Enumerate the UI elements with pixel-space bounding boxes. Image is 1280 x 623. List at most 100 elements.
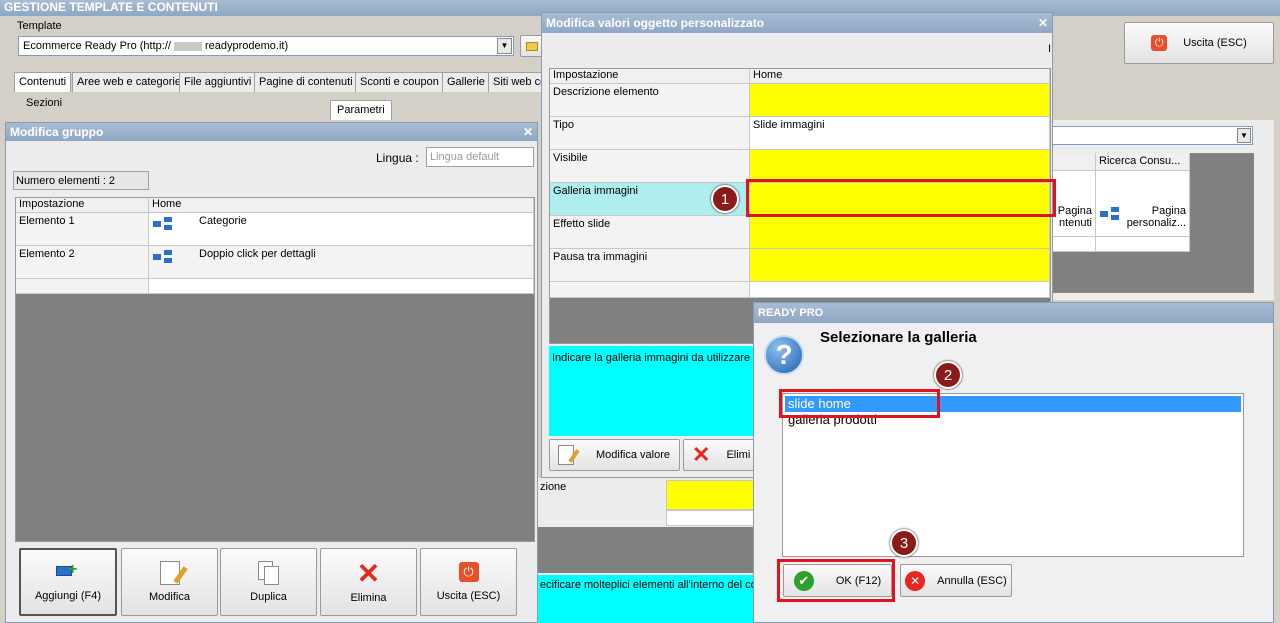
duplicate-button[interactable]: Duplica — [220, 548, 317, 616]
step-marker-label: 2 — [943, 366, 953, 384]
params-tab[interactable]: Parametri — [330, 100, 392, 120]
delete-value-label: Elimi — [726, 449, 751, 461]
table-row[interactable]: Elemento 2 — [16, 246, 149, 279]
table-row[interactable]: Visibile — [550, 150, 750, 183]
element-count: Numero elementi : 2 — [13, 171, 149, 190]
language-input[interactable]: Lingua default — [426, 147, 534, 167]
tab-contenuti[interactable]: Contenuti — [14, 72, 72, 92]
object-title-text: Modifica valori oggetto personalizzato — [546, 16, 765, 30]
step-marker-label: 1 — [720, 190, 730, 208]
group-col-home-text: Home — [152, 198, 182, 210]
object-col-setting: Impostazione — [550, 69, 750, 84]
main-title-text: GESTIONE TEMPLATE E CONTENUTI — [4, 0, 218, 14]
table-row[interactable]: Effetto slide — [550, 216, 750, 249]
power-icon: ⏻ — [1151, 35, 1168, 51]
object-hint-text: Indicare la galleria immagini da utilizz… — [552, 352, 766, 364]
tab-gallerie[interactable]: Gallerie — [442, 72, 490, 92]
row-name: Galleria immagini — [553, 185, 638, 197]
right-cell-b-line2: personaliz... — [1126, 217, 1186, 229]
add-button[interactable]: + Aggiungi (F4) — [19, 548, 117, 616]
behind-hint-text: ecificare molteplici elementi all'intern… — [540, 579, 773, 591]
cancel-button-label: Annulla (ESC) — [937, 574, 1007, 587]
row-value: Doppio click per dettagli — [199, 248, 316, 260]
question-icon: ? — [764, 335, 804, 375]
edit-value-button[interactable]: Modifica valore — [549, 439, 680, 471]
chevron-down-icon[interactable]: ▼ — [1237, 128, 1251, 143]
right-grid-cell-d — [1096, 237, 1190, 252]
row-name: Elemento 2 — [19, 248, 75, 260]
table-row-value[interactable] — [750, 216, 1050, 249]
edit-button-label: Modifica — [149, 591, 190, 603]
cancel-icon: ✕ — [905, 570, 926, 591]
table-row-value[interactable] — [750, 84, 1050, 117]
tab-sconti-coupon[interactable]: Sconti e coupon — [355, 72, 444, 92]
tab-label: Gallerie — [447, 76, 485, 88]
group-window-title: Modifica gruppo ✕ — [6, 123, 537, 141]
object-col-setting-text: Impostazione — [553, 69, 619, 81]
main-exit-label: Uscita (ESC) — [1183, 37, 1247, 49]
table-row-value[interactable]: Doppio click per dettagli — [149, 246, 534, 279]
highlight-gallery-cell — [746, 179, 1056, 217]
table-row-value[interactable]: Categorie — [149, 213, 534, 246]
duplicate-button-label: Duplica — [250, 591, 287, 603]
delete-button[interactable]: ✕ Elimina — [320, 548, 417, 616]
dialog-title: READY PRO — [754, 303, 1273, 323]
table-row[interactable]: Pausa tra immagini — [550, 249, 750, 282]
params-tab-label: Parametri — [337, 104, 385, 116]
tab-file-aggiuntivi[interactable]: File aggiuntivi — [179, 72, 257, 92]
row-value: Slide immagini — [753, 119, 825, 131]
edit-button[interactable]: Modifica — [121, 548, 218, 616]
duplicate-icon — [257, 561, 280, 585]
template-label: Template — [17, 20, 62, 32]
edit-value-label: Modifica valore — [596, 449, 670, 461]
right-grid-header-2: Ricerca Consu... — [1096, 153, 1190, 171]
tree-icon — [153, 217, 173, 231]
language-label: Lingua : — [376, 151, 419, 165]
template-select[interactable]: Ecommerce Ready Pro (http:// readyprodemo… — [18, 36, 514, 56]
table-row[interactable]: Elemento 1 — [16, 213, 149, 246]
language-placeholder: Lingua default — [430, 151, 500, 163]
tab-aree-web[interactable]: Aree web e categorie — [72, 72, 186, 92]
chevron-down-icon[interactable]: ▼ — [497, 38, 512, 54]
object-indicator: I — [1048, 43, 1052, 55]
table-row-value[interactable]: Slide immagini — [750, 117, 1050, 150]
tab-label: Pagine di contenuti — [259, 76, 353, 88]
element-count-text: Numero elementi : 2 — [16, 175, 116, 187]
object-window-title: Modifica valori oggetto personalizzato ✕ — [542, 13, 1052, 33]
main-exit-button[interactable]: ⏻ Uscita (ESC) — [1124, 22, 1274, 64]
right-select[interactable]: ▼ — [1052, 126, 1253, 145]
blurred-host — [173, 41, 202, 51]
template-select-value: Ecommerce Ready Pro (http:// — [23, 40, 171, 52]
tab-label: Aree web e categorie — [77, 76, 181, 88]
step-marker-1: 1 — [711, 185, 739, 213]
table-row-value[interactable] — [750, 249, 1050, 282]
right-grid-header-1 — [1052, 153, 1096, 171]
table-row[interactable]: Tipo — [550, 117, 750, 150]
add-button-label: Aggiungi (F4) — [34, 590, 102, 602]
row-value: Categorie — [199, 215, 247, 227]
right-grid-cell-b[interactable]: Pagina personaliz... — [1096, 171, 1190, 237]
close-icon[interactable]: ✕ — [1038, 13, 1048, 33]
tab-label: Sconti e coupon — [360, 76, 439, 88]
close-icon[interactable]: ✕ — [523, 123, 533, 141]
row-name: Tipo — [553, 119, 574, 131]
right-grid-cell-a[interactable]: Pagina ntenuti — [1052, 171, 1096, 237]
edit-icon — [159, 561, 188, 585]
right-cell-a-line1: Pagina — [1057, 205, 1092, 217]
tab-pagine-contenuti[interactable]: Pagine di contenuti — [254, 72, 358, 92]
dialog-title-text: READY PRO — [758, 307, 824, 319]
group-col-setting-text: Impostazione — [19, 198, 85, 210]
delete-value-button[interactable]: ✕ Elimi — [683, 439, 763, 471]
sections-label: Sezioni — [26, 97, 63, 109]
cancel-button[interactable]: ✕ Annulla (ESC) — [900, 564, 1012, 597]
right-cell-a-line2: ntenuti — [1058, 217, 1092, 229]
table-row[interactable]: Descrizione elemento — [550, 84, 750, 117]
row-name: Pausa tra immagini — [553, 251, 648, 263]
right-cell-b-line1: Pagina — [1151, 205, 1186, 217]
tab-label: Contenuti — [19, 76, 67, 88]
delete-button-label: Elimina — [350, 592, 387, 604]
group-exit-button[interactable]: ⏻ Uscita (ESC) — [420, 548, 517, 616]
tab-label: Siti web co — [493, 76, 547, 88]
row-name: Elemento 1 — [19, 215, 75, 227]
behind-label: zione — [540, 481, 567, 493]
